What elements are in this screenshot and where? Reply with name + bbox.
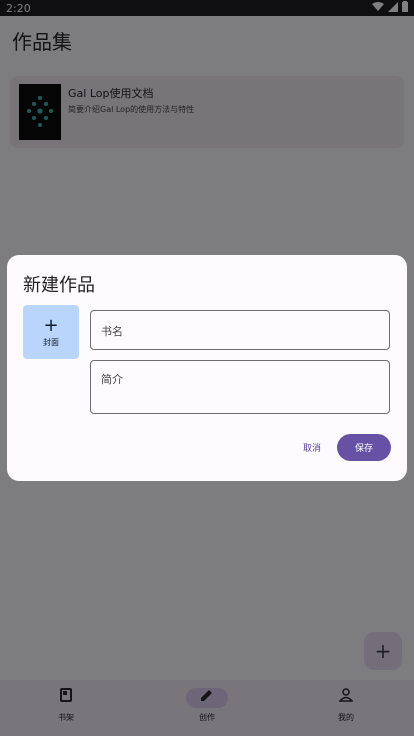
cancel-button[interactable]: 取消 <box>295 436 329 458</box>
cover-label: 封面 <box>43 338 59 347</box>
book-name-field[interactable]: 书名 <box>90 310 390 350</box>
dialog-title: 新建作品 <box>23 275 95 296</box>
plus-icon: + <box>43 315 59 336</box>
save-button[interactable]: 保存 <box>337 434 391 461</box>
cover-picker-button[interactable]: + 封面 <box>23 305 79 359</box>
book-intro-field[interactable]: 简介 <box>90 360 390 414</box>
new-work-dialog: 新建作品 + 封面 书名 简介 取消 保存 <box>7 255 407 481</box>
book-name-placeholder: 书名 <box>101 325 123 338</box>
book-intro-placeholder: 简介 <box>101 373 123 386</box>
